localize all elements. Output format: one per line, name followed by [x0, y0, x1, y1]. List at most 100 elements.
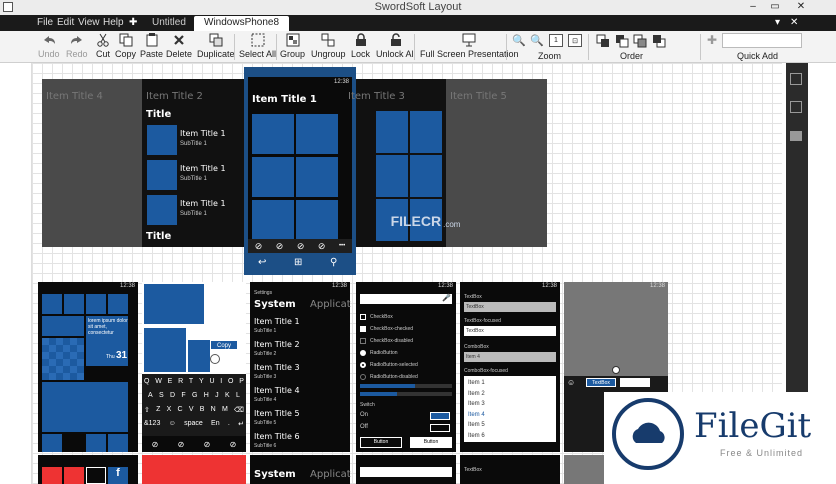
close-doc-icon[interactable]: ✕: [790, 16, 798, 30]
send-to-back-icon[interactable]: [652, 34, 666, 51]
tab-windowsphone8[interactable]: WindowsPhone8: [194, 16, 290, 31]
properties-icon[interactable]: [790, 73, 802, 85]
layers-icon[interactable]: [790, 101, 802, 113]
combo-item[interactable]: Item 2: [468, 389, 552, 400]
key[interactable]: N: [211, 406, 216, 414]
list-item[interactable]: Item Title 2: [254, 340, 300, 349]
checkbox-checked[interactable]: [360, 326, 366, 332]
key[interactable]: Y: [199, 378, 204, 385]
key[interactable]: O: [228, 378, 233, 385]
phone-start-screen[interactable]: 12:38 lorem ipsum dolor sit amet, consec…: [38, 282, 138, 452]
list-item[interactable]: Item Title 6: [254, 432, 300, 441]
emoji-icon[interactable]: ☺: [567, 378, 575, 387]
key[interactable]: En: [211, 420, 220, 428]
textbox-input[interactable]: [620, 378, 650, 387]
key[interactable]: ⌫: [234, 406, 244, 414]
key[interactable]: X: [167, 406, 172, 414]
new-tab-icon[interactable]: ✚: [129, 16, 137, 30]
select-all-button[interactable]: Select All: [239, 33, 276, 61]
list-item[interactable]: Item Title 3: [254, 363, 300, 372]
key[interactable]: F: [181, 392, 185, 399]
nav-back-icon[interactable]: ↩: [258, 257, 266, 268]
check-icon[interactable]: ⊘: [318, 241, 326, 252]
key[interactable]: &123: [144, 420, 160, 428]
button-2[interactable]: Button: [410, 437, 452, 448]
check-icon[interactable]: ⊘: [178, 440, 185, 449]
list-item[interactable]: Item Title 5: [254, 409, 300, 418]
key[interactable]: P: [239, 378, 244, 385]
key[interactable]: M: [222, 406, 228, 414]
key[interactable]: Q: [144, 378, 149, 385]
menu-view[interactable]: View: [78, 16, 100, 30]
key[interactable]: ☺: [169, 420, 176, 428]
cursor-handle-icon[interactable]: [210, 354, 220, 364]
list-item[interactable]: Item Title 1: [254, 317, 300, 326]
toggle-switch-on[interactable]: [430, 412, 450, 420]
search-box[interactable]: [360, 294, 452, 304]
key[interactable]: .: [228, 420, 230, 428]
close-button[interactable]: ✕: [790, 0, 812, 14]
send-backward-icon[interactable]: [633, 34, 647, 51]
selected-phone-frame[interactable]: 12:38 Item Title 1 ⊘ ⊘ ⊘ ⊘ ••• ↩ ⊞ ⚲: [244, 67, 356, 275]
key[interactable]: W: [155, 378, 162, 385]
textbox[interactable]: TextBox: [464, 302, 556, 312]
slider[interactable]: [360, 384, 452, 388]
phone-bottom-1[interactable]: f: [38, 455, 138, 484]
key[interactable]: K: [225, 392, 230, 399]
check-icon[interactable]: ⊘: [230, 440, 237, 449]
check-icon[interactable]: ⊘: [204, 440, 211, 449]
slider-2[interactable]: [360, 392, 452, 396]
phone-bottom-5[interactable]: TextBox: [460, 455, 560, 484]
key[interactable]: D: [170, 392, 175, 399]
group-button[interactable]: Group: [280, 33, 305, 61]
radio-button-selected[interactable]: [360, 362, 366, 368]
key[interactable]: E: [168, 378, 173, 385]
nav-start-icon[interactable]: ⊞: [294, 257, 302, 268]
key[interactable]: B: [200, 406, 205, 414]
key[interactable]: S: [159, 392, 164, 399]
phone-bottom-2[interactable]: [142, 455, 246, 484]
maximize-button[interactable]: ▭: [764, 0, 786, 14]
check-icon[interactable]: ⊘: [297, 241, 305, 252]
zoom-actual-icon[interactable]: 1: [549, 34, 563, 47]
key[interactable]: J: [215, 392, 219, 399]
enter-key[interactable]: ↵: [238, 420, 244, 428]
lock-button[interactable]: Lock: [351, 33, 370, 61]
tab-untitled[interactable]: Untitled: [142, 16, 196, 30]
textbox-focused[interactable]: TextBox: [464, 326, 556, 336]
phone-textboxes[interactable]: 12:38 TextBox TextBox TextBox-focused Te…: [460, 282, 560, 452]
key[interactable]: Z: [156, 406, 160, 414]
toggle-switch-off[interactable]: [430, 424, 450, 432]
duplicate-button[interactable]: Duplicate: [197, 33, 235, 61]
nav-search-icon[interactable]: ⚲: [330, 257, 337, 268]
key[interactable]: A: [148, 392, 153, 399]
more-icon[interactable]: •••: [339, 243, 345, 249]
key[interactable]: G: [192, 392, 197, 399]
undo-button[interactable]: Undo: [38, 33, 60, 61]
check-icon[interactable]: ⊘: [152, 440, 159, 449]
phone-bottom-4[interactable]: [356, 455, 456, 484]
combo-item[interactable]: Item 6: [468, 431, 552, 442]
redo-button[interactable]: Redo: [66, 33, 88, 61]
check-icon[interactable]: ⊘: [255, 241, 263, 252]
space-key[interactable]: space: [184, 420, 203, 428]
key[interactable]: ⇧: [144, 406, 150, 414]
key[interactable]: V: [189, 406, 194, 414]
bring-forward-icon[interactable]: [615, 34, 629, 51]
menu-help[interactable]: Help: [103, 16, 124, 30]
cursor-handle-icon[interactable]: [612, 366, 620, 374]
button[interactable]: Button: [360, 437, 402, 448]
cut-button[interactable]: Cut: [95, 33, 111, 61]
combobox[interactable]: Item 4: [464, 352, 556, 362]
key[interactable]: I: [220, 378, 222, 385]
zoom-out-icon[interactable]: 🔍: [530, 34, 544, 47]
minimize-button[interactable]: –: [742, 0, 764, 14]
copy-button[interactable]: Copy: [115, 33, 136, 61]
zoom-in-icon[interactable]: 🔍: [512, 34, 526, 47]
copy-popup[interactable]: Copy: [210, 340, 238, 350]
list-item[interactable]: Item Title 4: [254, 386, 300, 395]
bring-to-front-icon[interactable]: [596, 34, 610, 51]
fullscreen-presentation-button[interactable]: Full Screen Presentation: [420, 33, 519, 61]
zoom-fit-icon[interactable]: ⊡: [568, 34, 582, 47]
tab-list-chevron-icon[interactable]: ▾: [775, 16, 780, 30]
